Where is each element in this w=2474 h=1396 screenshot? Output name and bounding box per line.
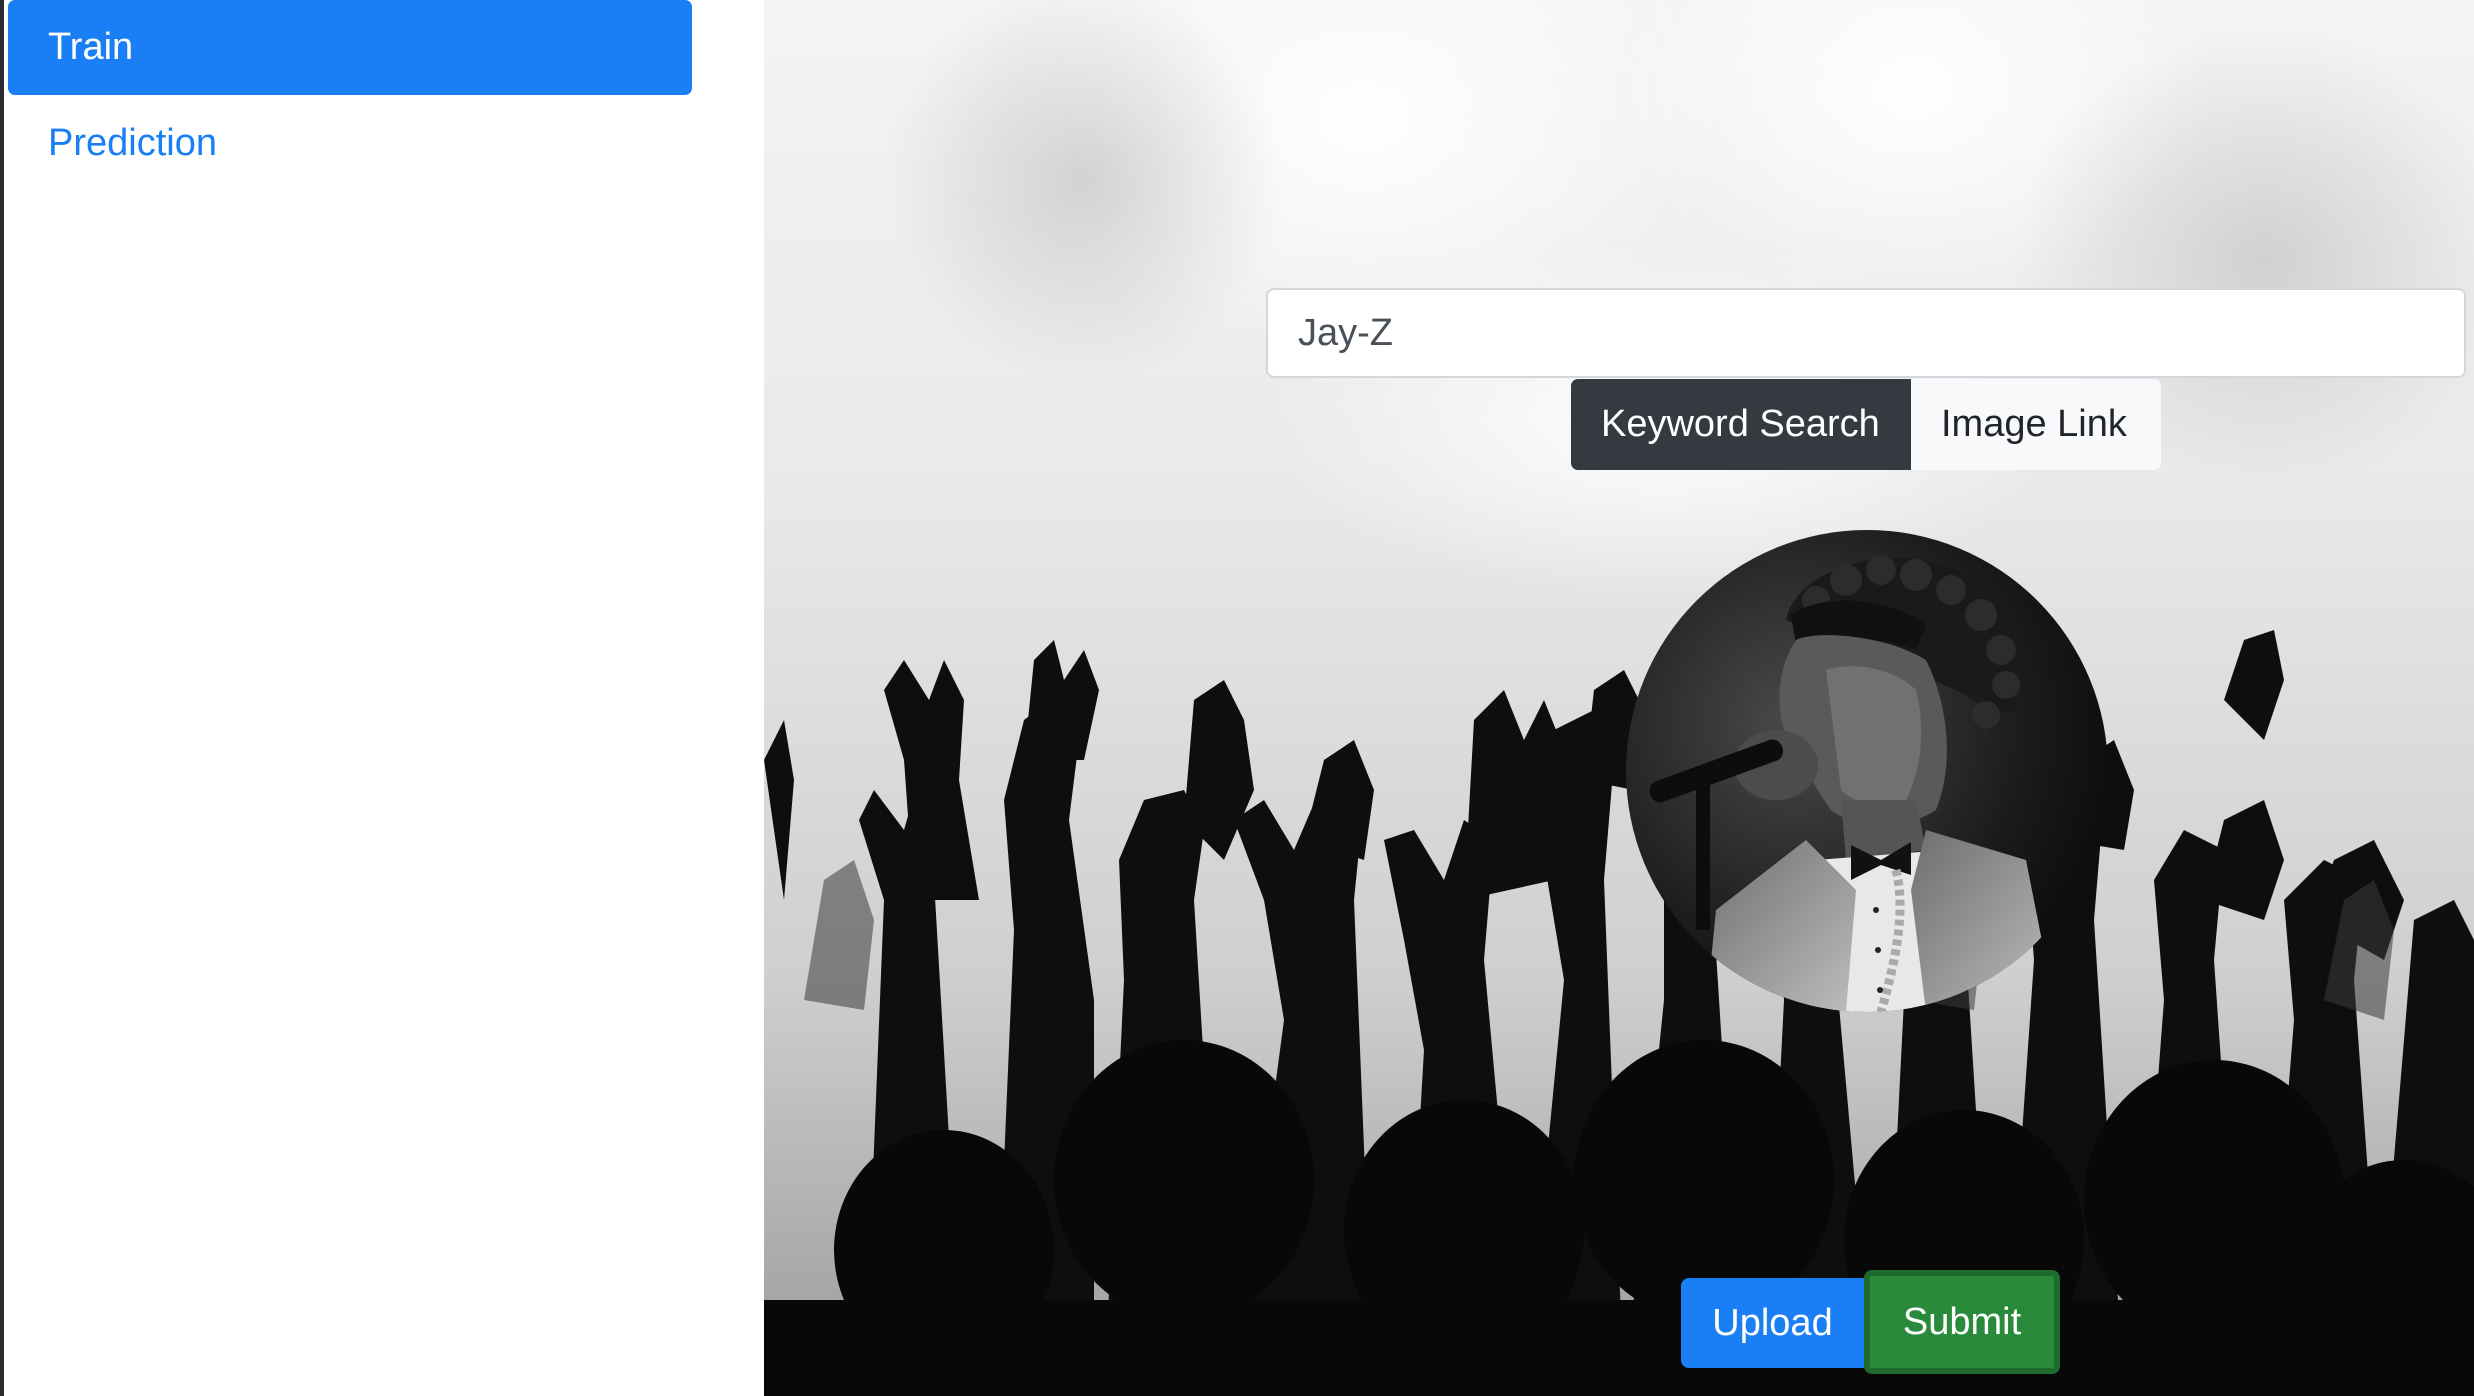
- image-link-button[interactable]: Image Link: [1911, 379, 2161, 470]
- sidebar-item-label: Train: [48, 26, 134, 68]
- search-input[interactable]: [1266, 288, 2466, 378]
- upload-button[interactable]: Upload: [1681, 1278, 1864, 1368]
- app-window: Train Prediction Jay-Z Keyword Search Im…: [0, 0, 2474, 1396]
- search-mode-toggle: Keyword Search Image Link: [1571, 379, 2161, 470]
- sidebar-item-train[interactable]: Train: [8, 0, 692, 95]
- result-image-avatar: [1626, 530, 2108, 1012]
- sidebar: Train Prediction: [4, 0, 764, 1396]
- performer-photo-icon: [1626, 530, 2108, 1012]
- main-content: Keyword Search Image Link: [764, 0, 2474, 1396]
- submit-button[interactable]: Submit: [1864, 1270, 2060, 1374]
- keyword-search-button[interactable]: Keyword Search: [1571, 379, 1911, 470]
- sidebar-item-label: Prediction: [48, 122, 217, 164]
- sidebar-item-prediction[interactable]: Prediction: [8, 96, 692, 191]
- concert-background-image: [764, 0, 2474, 1396]
